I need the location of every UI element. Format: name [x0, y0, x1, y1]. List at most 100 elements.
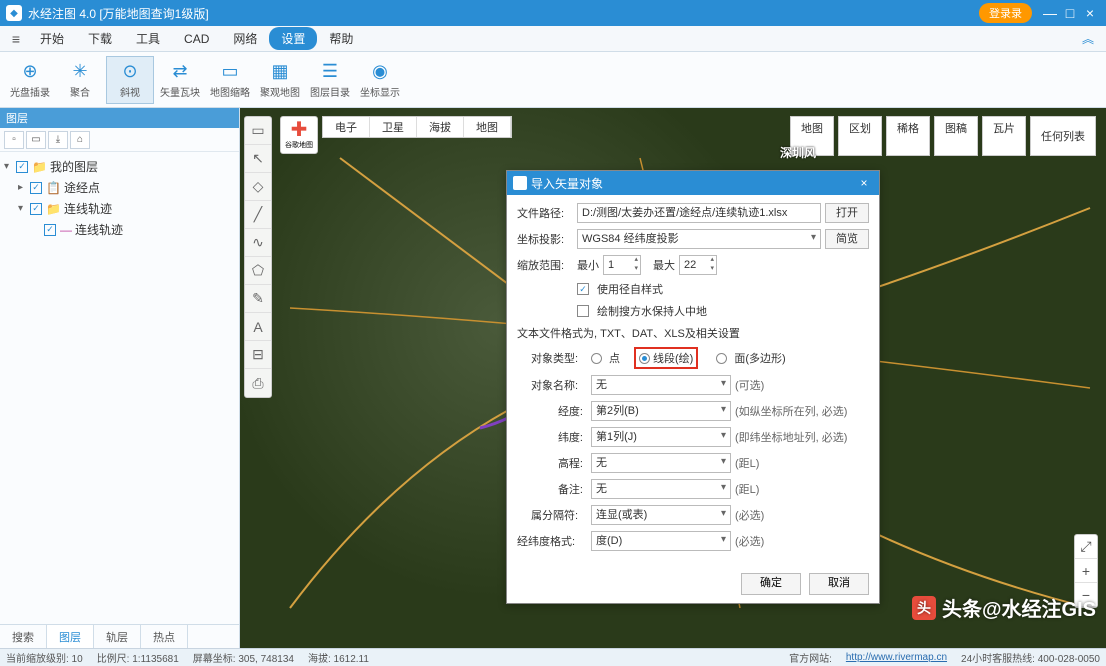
panel-btn-home[interactable]: ⌂ [70, 131, 90, 149]
mtab-expand[interactable]: 任何列表 [1030, 116, 1096, 156]
stool-pick[interactable]: ✎ [245, 285, 271, 313]
panel-header: 图层 [0, 108, 239, 128]
checkbox-icon[interactable]: ✓ [30, 182, 42, 194]
ltab-hot[interactable]: 热点 [141, 625, 188, 648]
map-top-left: ✚ 谷歌地图 电子 卫星 海拔 地图 [280, 116, 512, 154]
menu-help[interactable]: 帮助 [317, 27, 365, 50]
menu-cad[interactable]: CAD [172, 29, 221, 49]
coord-select[interactable]: WGS84 经纬度投影 [577, 229, 821, 249]
stool-line[interactable]: ╱ [245, 201, 271, 229]
map-side-toolbar: ▭ ↖ ◇ ╱ ∿ ⬠ ✎ A ⊟ ⎙ [244, 116, 272, 398]
remark-select[interactable]: 无 [591, 479, 731, 499]
mtab-map[interactable]: 地图 [464, 117, 511, 137]
open-file-button[interactable]: 打开 [825, 203, 869, 223]
expander-icon[interactable]: ▾ [18, 203, 30, 214]
menu-network[interactable]: 网络 [221, 27, 269, 50]
tool-aggregate[interactable]: ✳聚合 [56, 56, 104, 104]
browse-button[interactable]: 简览 [825, 229, 869, 249]
left-panel: 图层 ▫ ▭ ⤓ ⌂ ▾ ✓ 📁 我的图层 ▸ ✓ 📋 途经点 ▾ ✓ [0, 108, 240, 648]
check1[interactable]: ✓ [577, 283, 589, 295]
maximize-button[interactable]: □ [1060, 5, 1080, 21]
stool-rect[interactable]: ▭ [245, 117, 271, 145]
expander-icon[interactable]: ▾ [4, 161, 16, 172]
tree-child-3[interactable]: ✓ — 连线轨迹 [4, 219, 235, 240]
panel-btn-open[interactable]: ▭ [26, 131, 46, 149]
radio-polygon[interactable] [716, 353, 727, 364]
check2-label: 绘制搜方水保持人中地 [597, 303, 707, 319]
stool-polygon[interactable]: ⬠ [245, 257, 271, 285]
mtab-electronic[interactable]: 电子 [323, 117, 370, 137]
hamburger-icon[interactable]: ≡ [4, 31, 28, 47]
tool-tilt[interactable]: ⊙斜视 [106, 56, 154, 104]
cancel-button[interactable]: 取消 [809, 573, 869, 595]
tree-child-1[interactable]: ▸ ✓ 📋 途经点 [4, 177, 235, 198]
ltab-layers[interactable]: 图层 [47, 625, 94, 648]
ltab-search[interactable]: 搜索 [0, 625, 47, 648]
name-select[interactable]: 无 [591, 375, 731, 395]
collapse-ribbon-icon[interactable]: ︽ [1082, 30, 1102, 47]
zoom-max-input[interactable]: 22 [679, 255, 717, 275]
login-button[interactable]: 登录录 [979, 3, 1032, 23]
close-button[interactable]: × [1080, 5, 1100, 21]
check1-label: 使用径自样式 [597, 281, 663, 297]
tool-coords[interactable]: ◉坐标显示 [356, 56, 404, 104]
lat-label: 纬度: [531, 429, 587, 445]
lng-label: 经度: [531, 403, 587, 419]
tool-disc[interactable]: ⊕光盘插录 [6, 56, 54, 104]
tool-overview[interactable]: ▦聚观地图 [256, 56, 304, 104]
stool-arrow[interactable]: ↖ [245, 145, 271, 173]
expander-icon[interactable]: ▸ [18, 182, 30, 193]
check2[interactable] [577, 305, 589, 317]
mtab-elevation[interactable]: 海拔 [417, 117, 464, 137]
mtab-r-tile[interactable]: 瓦片 [982, 116, 1026, 156]
tree-root[interactable]: ▾ ✓ 📁 我的图层 [4, 156, 235, 177]
dialog-icon [513, 176, 527, 190]
panel-btn-new[interactable]: ▫ [4, 131, 24, 149]
fullscreen-icon[interactable]: ⤢ [1075, 535, 1097, 559]
ltab-tracks[interactable]: 轨层 [94, 625, 141, 648]
checkbox-icon[interactable]: ✓ [30, 203, 42, 215]
watermark-text: @水经注GIS [982, 593, 1096, 622]
map-provider-logo[interactable]: ✚ 谷歌地图 [280, 116, 318, 154]
sep-select[interactable]: 连显(或表) [591, 505, 731, 525]
tool-thumbnail[interactable]: ▭地图缩略 [206, 56, 254, 104]
menu-download[interactable]: 下载 [76, 27, 124, 50]
radio-point[interactable] [591, 353, 602, 364]
zoom-in-icon[interactable]: + [1075, 559, 1097, 583]
mtab-r-grid[interactable]: 稀格 [886, 116, 930, 156]
file-path-input[interactable]: D:/测图/太姜办还置/途经点/连续轨迹1.xlsx [577, 203, 821, 223]
checkbox-icon[interactable]: ✓ [44, 224, 56, 236]
zoom-min-input[interactable]: 1 [603, 255, 641, 275]
line-icon: — [60, 223, 72, 237]
circle-icon: ◉ [372, 61, 388, 82]
mtab-r-draft[interactable]: 图稿 [934, 116, 978, 156]
file-label: 文件路径: [517, 205, 573, 221]
ok-button[interactable]: 确定 [741, 573, 801, 595]
menu-settings[interactable]: 设置 [269, 27, 317, 50]
alt-select[interactable]: 无 [591, 453, 731, 473]
status-link[interactable]: http://www.rivermap.cn [846, 652, 947, 663]
tree-child-2[interactable]: ▾ ✓ 📁 连线轨迹 [4, 198, 235, 219]
stool-pin[interactable]: ◇ [245, 173, 271, 201]
menu-tools[interactable]: 工具 [124, 27, 172, 50]
stool-ruler[interactable]: ⊟ [245, 341, 271, 369]
stool-polyline[interactable]: ∿ [245, 229, 271, 257]
stool-text[interactable]: A [245, 313, 271, 341]
file-icon: 📋 [46, 181, 61, 195]
dialog-close-button[interactable]: × [855, 176, 873, 190]
lng-select[interactable]: 第2列(B) [591, 401, 731, 421]
checkbox-icon[interactable]: ✓ [16, 161, 28, 173]
tool-vector[interactable]: ⇄矢量瓦块 [156, 56, 204, 104]
map-area[interactable]: ▭ ↖ ◇ ╱ ∿ ⬠ ✎ A ⊟ ⎙ ✚ 谷歌地图 电子 卫星 海拔 地图 [240, 108, 1106, 648]
radio-line[interactable] [639, 353, 650, 364]
panel-btn-import[interactable]: ⤓ [48, 131, 68, 149]
lat-select[interactable]: 第1列(J) [591, 427, 731, 447]
stool-print[interactable]: ⎙ [245, 369, 271, 397]
zoom-min-label: 最小 [577, 257, 599, 273]
mtab-r-district[interactable]: 区划 [838, 116, 882, 156]
minimize-button[interactable]: — [1040, 5, 1060, 21]
tool-layers[interactable]: ☰图层目录 [306, 56, 354, 104]
mtab-satellite[interactable]: 卫星 [370, 117, 417, 137]
menu-start[interactable]: 开始 [28, 27, 76, 50]
fmt-select[interactable]: 度(D) [591, 531, 731, 551]
